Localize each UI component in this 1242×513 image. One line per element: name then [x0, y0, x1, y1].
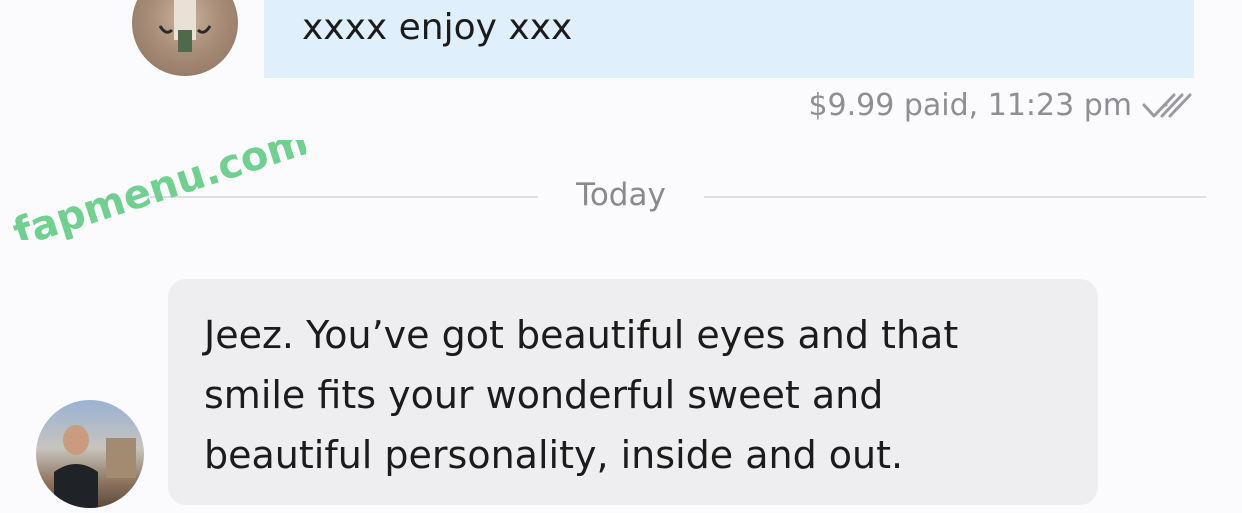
message-status-text: $9.99 paid, 11:23 pm [808, 88, 1132, 123]
watermark-text: fapmenu.com [8, 140, 306, 240]
sender-avatar[interactable] [132, 0, 238, 76]
watermark-logo: fapmenu.com [8, 140, 306, 240]
date-separator-line-left [150, 196, 538, 198]
date-separator-line-right [704, 196, 1206, 198]
contact-avatar[interactable] [36, 400, 144, 508]
sent-message-text: xxxx enjoy xxx [302, 7, 573, 48]
date-separator-label: Today [576, 177, 666, 213]
contact-avatar-image [54, 425, 136, 508]
received-message-bubble[interactable]: Jeez. You’ve got beautiful eyes and that… [168, 279, 1098, 505]
received-message-text: Jeez. You’ve got beautiful eyes and that… [204, 313, 959, 477]
sender-avatar-image [158, 0, 212, 52]
sent-message-bubble[interactable]: xxxx enjoy xxx [264, 0, 1194, 78]
sent-message-meta: $9.99 paid, 11:23 pm [808, 86, 1194, 126]
double-check-icon [1142, 93, 1192, 118]
